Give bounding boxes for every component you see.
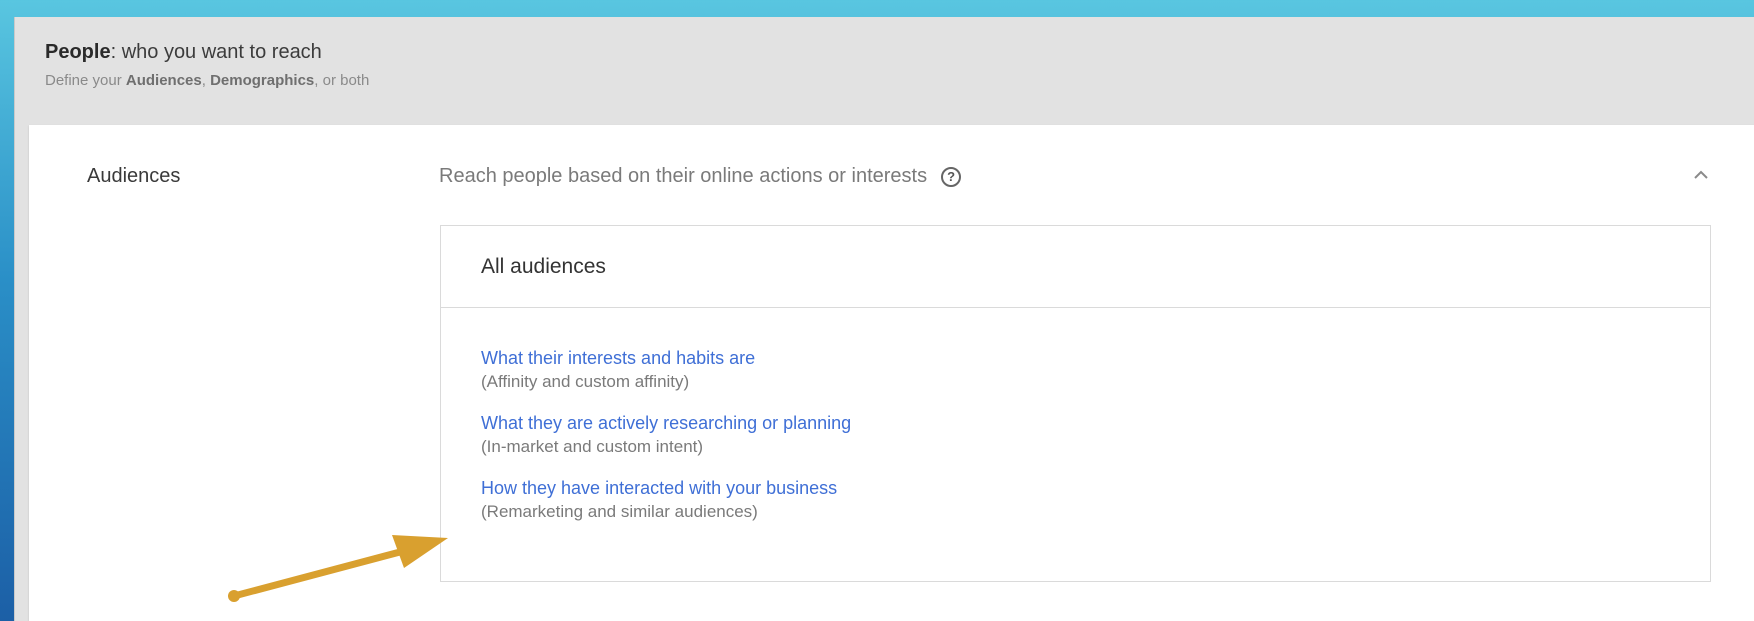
subtitle-suffix: , or both: [314, 72, 370, 89]
subtitle-prefix: Define your: [45, 72, 126, 89]
audiences-description-text: Reach people based on their online actio…: [439, 165, 928, 187]
option-hint-affinity: (Affinity and custom affinity): [481, 372, 690, 391]
option-link-remarketing[interactable]: How they have interacted with your busin…: [481, 476, 1710, 500]
subtitle-audiences: Audiences: [125, 72, 202, 89]
section-title: People: who you want to reach: [45, 39, 1645, 65]
option-hint-in-market: (In-market and custom intent): [481, 437, 704, 456]
audience-option-affinity: What their interests and habits are (Aff…: [481, 346, 1710, 394]
option-link-in-market[interactable]: What they are actively researching or pl…: [481, 411, 1710, 435]
all-audiences-header: All audiences: [441, 226, 1710, 308]
audience-option-remarketing: How they have interacted with your busin…: [481, 476, 1710, 524]
section-title-rest: : who you want to reach: [110, 41, 322, 63]
audiences-card: Audiences Reach people based on their on…: [29, 125, 1754, 621]
targeting-frame: People: who you want to reach Define you…: [14, 17, 1754, 621]
audience-option-in-market: What they are actively researching or pl…: [481, 411, 1710, 459]
audiences-label: Audiences: [87, 165, 181, 187]
all-audiences-panel: All audiences What their interests and h…: [440, 225, 1711, 582]
subtitle-demographics: Demographics: [210, 72, 315, 89]
option-hint-remarketing: (Remarketing and similar audiences): [481, 502, 758, 521]
subtitle-separator: ,: [201, 72, 211, 89]
section-title-bold: People: [45, 41, 111, 63]
chevron-up-icon[interactable]: [1689, 163, 1713, 187]
section-subtitle: Define your Audiences, Demographics, or …: [45, 71, 1645, 91]
audiences-description: Reach people based on their online actio…: [439, 165, 962, 188]
help-circle-icon[interactable]: ?: [941, 166, 962, 187]
section-header: People: who you want to reach Define you…: [45, 39, 1645, 91]
audience-options-list: What their interests and habits are (Aff…: [441, 308, 1710, 524]
option-link-affinity[interactable]: What their interests and habits are: [481, 346, 1710, 370]
